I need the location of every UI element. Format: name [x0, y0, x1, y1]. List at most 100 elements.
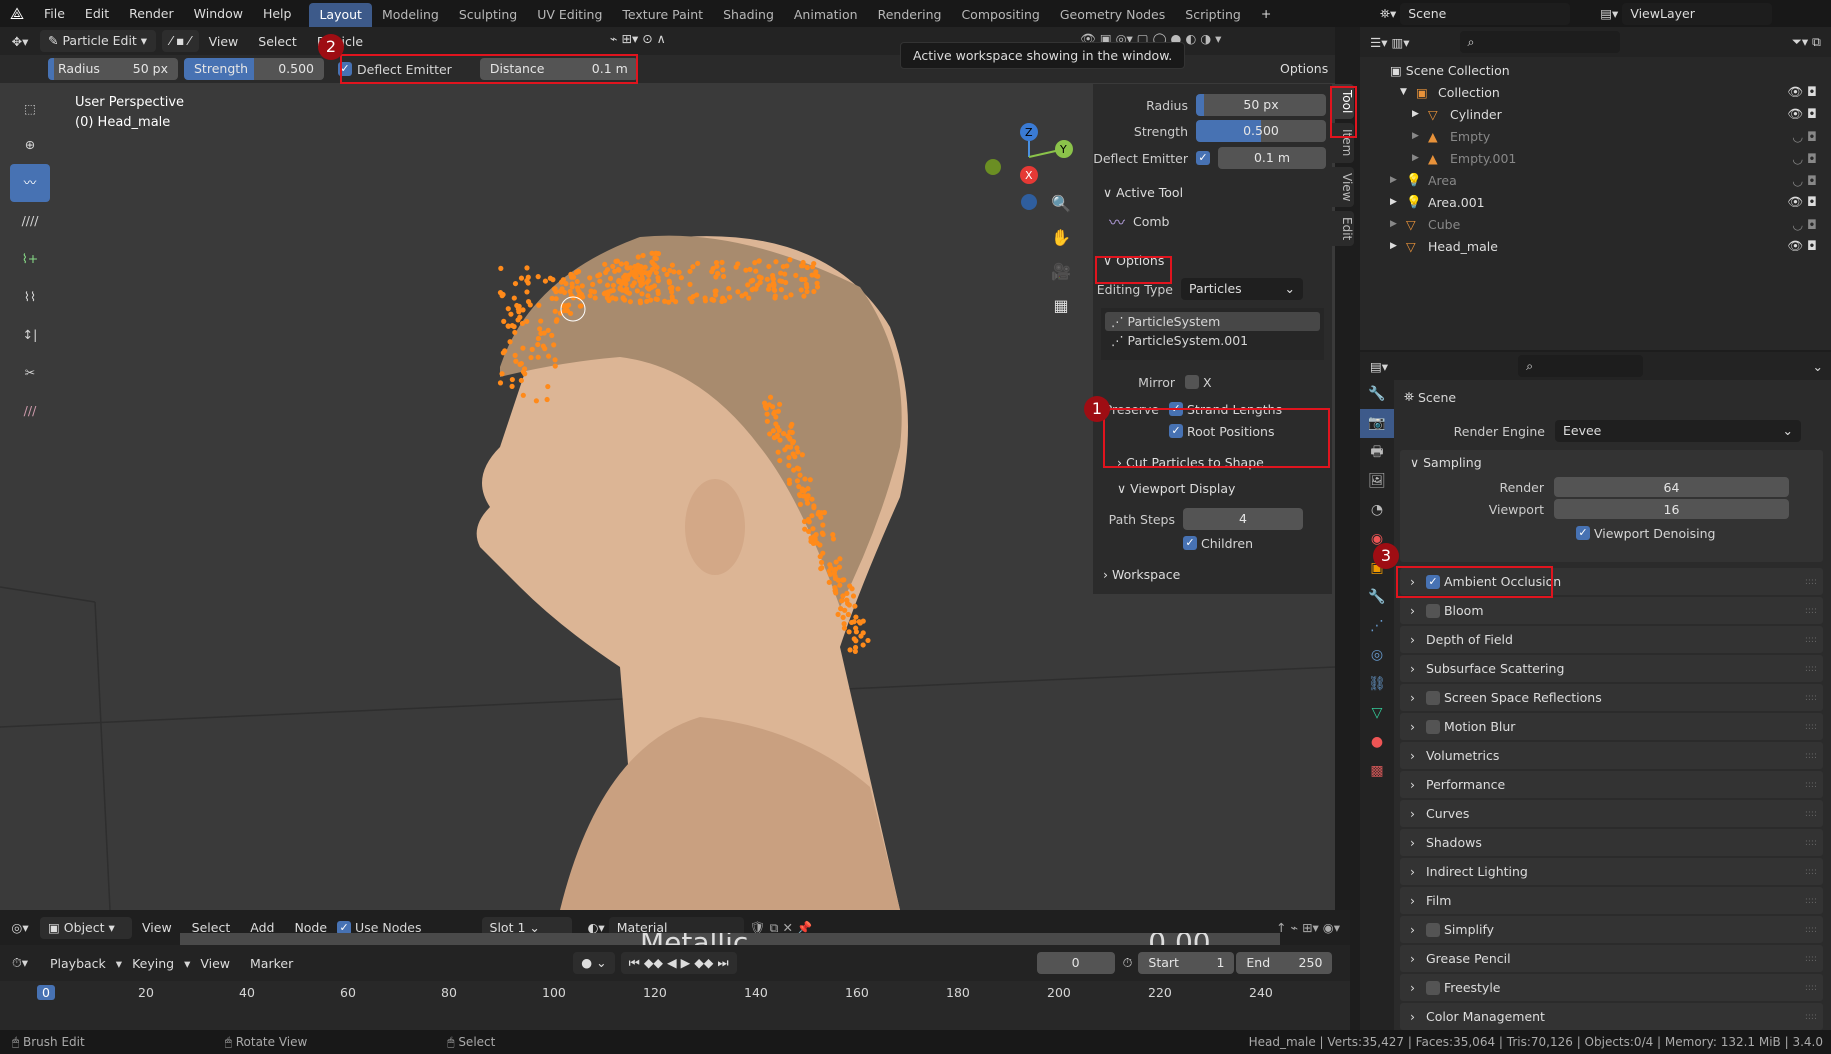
- blender-logo-icon[interactable]: ⟁: [0, 4, 34, 24]
- outliner-scene-collection[interactable]: ▣ Scene Collection: [1360, 59, 1831, 81]
- panel-screen-space-reflections[interactable]: › Screen Space Reflections::::: [1400, 684, 1823, 711]
- outliner-item[interactable]: ▶ ▽ Head_male 👁 ◘: [1360, 235, 1831, 257]
- list-item[interactable]: ⋰ ParticleSystem.001: [1105, 331, 1320, 350]
- visibility-render-icons[interactable]: 👁 ◘: [1787, 84, 1817, 100]
- tab-workspace-compositing[interactable]: Compositing: [951, 3, 1049, 27]
- select-mode-buttons[interactable]: ⁄ ▪ ⁄: [162, 30, 199, 52]
- tab-workspace-texture-paint[interactable]: Texture Paint: [612, 3, 713, 27]
- cursor-icon[interactable]: ⊕: [10, 126, 50, 164]
- object-type-dropdown[interactable]: ▣ Object ▾: [40, 916, 132, 939]
- radius-slider[interactable]: 50 px: [1196, 94, 1326, 116]
- panel-performance[interactable]: › Performance::::: [1400, 771, 1823, 798]
- render-tab-icon[interactable]: 📷: [1360, 409, 1394, 438]
- panel-enable-checkbox[interactable]: [1426, 603, 1440, 618]
- tab-workspace-sculpting[interactable]: Sculpting: [449, 3, 527, 27]
- panel-bloom[interactable]: › Bloom::::: [1400, 597, 1823, 624]
- panel-indirect-lighting[interactable]: › Indirect Lighting::::: [1400, 858, 1823, 885]
- panel-enable-checkbox[interactable]: [1426, 719, 1440, 734]
- menu-help[interactable]: Help: [253, 0, 302, 27]
- panel-enable-checkbox[interactable]: [1426, 980, 1440, 995]
- tab-edit[interactable]: Edit: [1332, 211, 1354, 247]
- navigation-gizmo[interactable]: Z Y X: [975, 92, 1095, 222]
- editor-type-icon[interactable]: ⏱▾: [0, 955, 40, 971]
- menu-edit[interactable]: Edit: [75, 0, 119, 27]
- visibility-render-icons[interactable]: ◡ ◘: [1792, 217, 1817, 232]
- stopwatch-icon[interactable]: ⏱: [1123, 955, 1133, 971]
- expand-arrow-icon[interactable]: ▶: [1390, 241, 1406, 251]
- puff-tool-icon[interactable]: ↕|: [10, 316, 50, 354]
- render-samples-field[interactable]: 64: [1554, 477, 1789, 497]
- expand-arrow-icon[interactable]: ▼: [1400, 87, 1416, 97]
- sampling-panel-header[interactable]: ∨ Sampling: [1400, 450, 1823, 476]
- menu-view[interactable]: View: [132, 914, 182, 941]
- viewport-denoising-checkbox[interactable]: ✓: [1576, 526, 1590, 540]
- expand-arrow-icon[interactable]: ▶: [1412, 109, 1428, 119]
- outliner-item[interactable]: ▶ ▽ Cube ◡ ◘: [1360, 213, 1831, 235]
- weight-tool-icon[interactable]: ///: [10, 392, 50, 430]
- mode-select[interactable]: ✎ Particle Edit ▾: [40, 30, 156, 52]
- zoom-icon[interactable]: 🔍: [1046, 187, 1076, 221]
- outliner-search-input[interactable]: ⌕: [1459, 31, 1620, 53]
- chevron-down-icon[interactable]: ⌄: [1813, 359, 1823, 374]
- timeline-ruler[interactable]: 0 20 40 60 80 100 120 140 160 180 200 220 240: [0, 981, 1350, 1030]
- panel-depth-of-field[interactable]: › Depth of Field::::: [1400, 626, 1823, 653]
- display-mode-icon[interactable]: ☰▾ ▥▾: [1370, 35, 1410, 50]
- visibility-render-icons[interactable]: 👁 ◘: [1787, 194, 1817, 210]
- playhead[interactable]: 0: [37, 985, 55, 1000]
- expand-arrow-icon[interactable]: ▶: [1412, 153, 1428, 163]
- menu-keying[interactable]: Keying: [122, 950, 184, 977]
- current-frame-field[interactable]: 0: [1036, 952, 1115, 974]
- grid-icon[interactable]: ▦: [1046, 289, 1076, 323]
- deflect-distance-field[interactable]: 0.1 m: [1218, 147, 1326, 169]
- active-tool-panel-header[interactable]: ∨ Active Tool: [1093, 180, 1332, 206]
- viewport-display-subpanel[interactable]: ∨ Viewport Display: [1093, 476, 1332, 502]
- add-tool-icon[interactable]: ⌇+: [10, 240, 50, 278]
- options-dropdown[interactable]: Options ▾: [1272, 58, 1335, 98]
- filter-icon[interactable]: ⏷▾ ⧉: [1792, 34, 1821, 50]
- output-tab-icon[interactable]: 🖶: [1360, 438, 1394, 467]
- snap-overlay-icons[interactable]: ↑ ⌁ ⊞▾ ◉▾: [1276, 920, 1340, 935]
- tab-workspace-rendering[interactable]: Rendering: [868, 3, 952, 27]
- expand-arrow-icon[interactable]: ▶: [1412, 131, 1428, 141]
- tab-workspace-shading[interactable]: Shading: [713, 3, 784, 27]
- outliner-item[interactable]: ▶ ▽ Cylinder 👁 ◘: [1360, 103, 1831, 125]
- panel-simplify[interactable]: › Simplify::::: [1400, 916, 1823, 943]
- view-layer-tab-icon[interactable]: 🖼: [1360, 467, 1394, 496]
- menu-view[interactable]: View: [190, 950, 240, 977]
- deflect-checkbox[interactable]: ✓: [1196, 151, 1210, 165]
- tab-view[interactable]: View: [1332, 166, 1354, 208]
- menu-marker[interactable]: Marker: [240, 950, 303, 977]
- strength-slider[interactable]: 0.500: [1196, 120, 1326, 142]
- tab-workspace-modeling[interactable]: Modeling: [372, 3, 449, 27]
- menu-select[interactable]: Select: [248, 28, 307, 55]
- editor-type-icon[interactable]: ▤▾: [1370, 359, 1388, 374]
- length-tool-icon[interactable]: ⌇⌇: [10, 278, 50, 316]
- viewport-samples-field[interactable]: 16: [1554, 499, 1789, 519]
- visibility-render-icons[interactable]: ◡ ◘: [1792, 129, 1817, 144]
- tab-workspace-animation[interactable]: Animation: [784, 3, 868, 27]
- editing-type-dropdown[interactable]: Particles ⌄: [1181, 278, 1303, 300]
- cut-tool-icon[interactable]: ✂: [10, 354, 50, 392]
- smooth-tool-icon[interactable]: ////: [10, 202, 50, 240]
- menu-view[interactable]: View: [199, 28, 249, 55]
- panel-volumetrics[interactable]: › Volumetrics::::: [1400, 742, 1823, 769]
- outliner-item[interactable]: ▼ ▣ Collection 👁 ◘: [1360, 81, 1831, 103]
- path-steps-field[interactable]: 4: [1183, 508, 1303, 530]
- menu-file[interactable]: File: [34, 0, 75, 27]
- panel-motion-blur[interactable]: › Motion Blur::::: [1400, 713, 1823, 740]
- start-frame-field[interactable]: Start 1: [1138, 952, 1235, 974]
- panel-grease-pencil[interactable]: › Grease Pencil::::: [1400, 945, 1823, 972]
- expand-arrow-icon[interactable]: ▶: [1390, 197, 1406, 207]
- snap-icon[interactable]: ⌁ ⊞▾ ⊙ ∧: [610, 31, 666, 46]
- panel-film[interactable]: › Film::::: [1400, 887, 1823, 914]
- comb-tool-icon[interactable]: 〰: [10, 164, 50, 202]
- tab-workspace-uv-editing[interactable]: UV Editing: [527, 3, 612, 27]
- visibility-render-icons[interactable]: ◡ ◘: [1792, 173, 1817, 188]
- end-frame-field[interactable]: End 250: [1236, 952, 1333, 974]
- workspace-panel-header[interactable]: › Workspace: [1093, 562, 1332, 588]
- menu-render[interactable]: Render: [119, 0, 184, 27]
- select-box-icon[interactable]: ⬚: [10, 92, 50, 126]
- list-item[interactable]: ⋰ ParticleSystem: [1105, 312, 1320, 331]
- visibility-render-icons[interactable]: 👁 ◘: [1787, 238, 1817, 254]
- strength-field[interactable]: Strength 0.500: [184, 58, 324, 80]
